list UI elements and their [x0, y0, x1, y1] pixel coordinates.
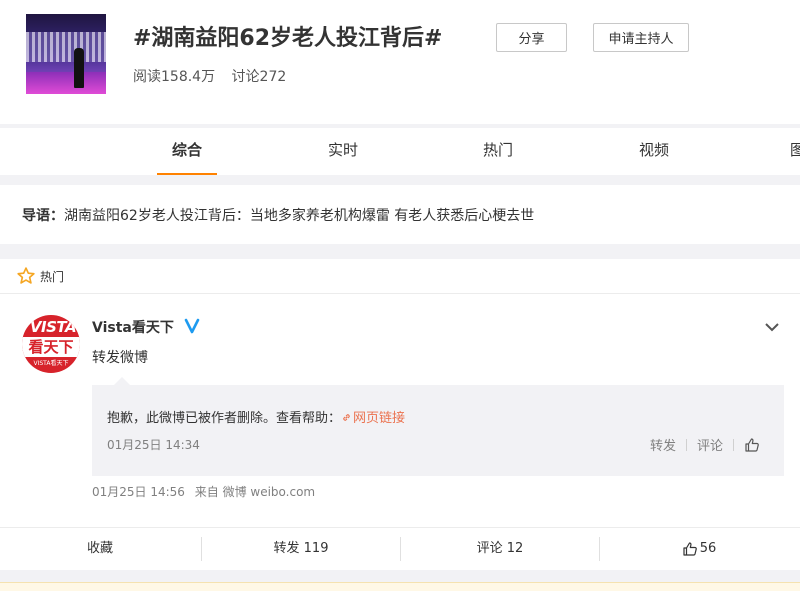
post-text: 转发微博: [92, 350, 148, 366]
help-link-label: 网页链接: [353, 411, 406, 426]
comment-button[interactable]: 评论 12: [400, 528, 600, 570]
topic-stats: 阅读158.4万 讨论272: [133, 66, 298, 86]
repost-comment-button[interactable]: 评论: [697, 435, 723, 454]
like-count: 56: [699, 541, 717, 556]
verified-icon: [184, 318, 200, 334]
thumbs-up-icon[interactable]: [744, 437, 760, 453]
chevron-down-icon[interactable]: [764, 322, 780, 332]
tab-video[interactable]: 视频: [624, 128, 684, 175]
read-count: 阅读158.4万: [133, 69, 216, 85]
repost-box: 抱歉，此微博已被作者删除。查看帮助： 网页链接 01月25日 14:34 转发 评…: [92, 377, 784, 476]
like-button[interactable]: 56: [599, 528, 799, 570]
hot-section-label: 热门: [40, 270, 65, 284]
repost-time[interactable]: 01月25日 14:34: [107, 436, 200, 453]
help-link[interactable]: 网页链接: [341, 411, 405, 426]
topic-title: #湖南益阳62岁老人投江背后#: [133, 26, 443, 51]
repost-actions: 转发 评论: [650, 435, 760, 454]
post-time[interactable]: 01月25日 14:56: [92, 485, 185, 499]
post-action-bar: 收藏 转发 119 评论 12 56: [0, 527, 800, 570]
avatar-line1: VISTA: [29, 318, 77, 336]
tab-bar: 综合 实时 热门 视频 图: [0, 128, 800, 175]
avatar[interactable]: VISTA 看天下 VISTA看天下: [22, 315, 80, 373]
topic-cover-image: [26, 14, 106, 94]
deleted-message: 抱歉，此微博已被作者删除。查看帮助： 网页链接: [107, 407, 405, 426]
feed-card: 热门 VISTA 看天下 VISTA看天下 Vista看天下 转发微博 抱歉，此…: [0, 259, 800, 570]
post-meta: 01月25日 14:56 来自 微博 weibo.com: [92, 483, 321, 500]
post-source: 来自 微博 weibo.com: [194, 485, 316, 499]
forward-button[interactable]: 转发 119: [201, 528, 401, 570]
intro-text: 导语：湖南益阳62岁老人投江背后：当地多家养老机构爆雷 有老人获悉后心梗去世: [22, 205, 534, 225]
next-card-edge: [0, 582, 800, 591]
favorite-button[interactable]: 收藏: [0, 528, 200, 570]
intro-body: 湖南益阳62岁老人投江背后：当地多家养老机构爆雷 有老人获悉后心梗去世: [64, 208, 535, 224]
topic-intro: 导语：湖南益阳62岁老人投江背后：当地多家养老机构爆雷 有老人获悉后心梗去世: [0, 185, 800, 244]
star-icon: [17, 267, 35, 284]
share-button[interactable]: 分享: [496, 23, 567, 52]
deleted-message-text: 抱歉，此微博已被作者删除。查看帮助：: [107, 411, 342, 426]
topic-header: #湖南益阳62岁老人投江背后# 阅读158.4万 讨论272 分享 申请主持人: [0, 0, 800, 124]
favorite-label: 收藏: [86, 541, 113, 556]
forward-label: 转发 119: [273, 541, 329, 556]
discussion-count: 讨论272: [231, 69, 287, 85]
avatar-line2: 看天下: [28, 338, 74, 356]
repost-forward-button[interactable]: 转发: [650, 435, 676, 454]
avatar-line3: VISTA看天下: [33, 360, 69, 367]
link-icon: [343, 414, 350, 421]
user-name[interactable]: Vista看天下: [92, 317, 174, 337]
comment-label: 评论 12: [476, 541, 524, 556]
thumbs-up-icon: [683, 542, 697, 556]
intro-prefix: 导语：: [22, 208, 64, 224]
tab-images[interactable]: 图: [762, 128, 800, 175]
tab-hot[interactable]: 热门: [468, 128, 528, 175]
tab-comprehensive[interactable]: 综合: [157, 128, 217, 175]
hot-section-header: 热门: [0, 259, 800, 294]
tab-realtime[interactable]: 实时: [313, 128, 373, 175]
apply-host-button[interactable]: 申请主持人: [593, 23, 689, 52]
